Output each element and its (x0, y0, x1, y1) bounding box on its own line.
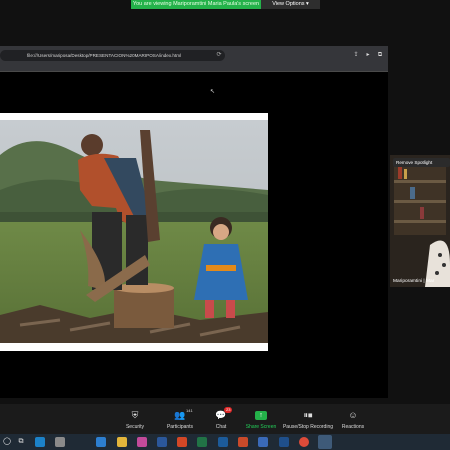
share-screen-label: Share Screen (245, 424, 277, 430)
play-icon[interactable]: ▸ (363, 50, 373, 61)
divider (0, 71, 388, 72)
powerpoint-icon[interactable] (177, 437, 187, 447)
chrome-icon[interactable] (299, 437, 309, 447)
app-icon-2[interactable] (218, 437, 228, 447)
view-options-button[interactable]: View Options ▾ (261, 0, 320, 9)
share-banner: You are viewing Mariporamtini Maria Paul… (131, 0, 320, 9)
share-banner-message: You are viewing Mariporamtini Maria Paul… (131, 0, 261, 9)
participants-button[interactable]: 👥 141 Participants (160, 404, 200, 434)
task-view-icon[interactable]: ⧉ (16, 437, 26, 447)
pause-stop-icon: ⏸⏹ (303, 410, 313, 420)
recording-label: Pause/Stop Recording (282, 424, 334, 430)
zoom-control-bar: ⛨ Security 👥 141 Participants 💬 23 Chat … (0, 404, 450, 434)
edge-icon[interactable] (35, 437, 45, 447)
remove-spotlight-button[interactable]: Remove Spotlight (393, 158, 450, 167)
shield-icon: ⛨ (131, 410, 139, 420)
store-icon[interactable] (55, 437, 65, 447)
chat-label: Chat (215, 424, 227, 430)
mail-icon[interactable] (96, 437, 106, 447)
reload-icon[interactable]: ⟳ (214, 50, 224, 61)
address-bar[interactable]: file:///Users/mariposa/Desktop/PRESENTAC… (0, 50, 225, 61)
word-icon[interactable] (157, 437, 167, 447)
window-icon[interactable]: ⧉ (375, 50, 385, 61)
excel-icon[interactable] (197, 437, 207, 447)
photoshop-icon[interactable] (279, 437, 289, 447)
cursor-icon: ↖ (210, 89, 216, 95)
reactions-label: Reactions (341, 424, 365, 430)
slide-photo (0, 120, 268, 343)
zoom-app-icon[interactable] (318, 435, 332, 449)
search-icon[interactable]: ◯ (2, 437, 12, 447)
browser-toolbar: file:///Users/mariposa/Desktop/PRESENTAC… (0, 46, 388, 71)
folder-icon[interactable] (117, 437, 127, 447)
windows-taskbar: ◯ ⧉ (0, 434, 450, 450)
slide (0, 113, 268, 351)
app-icon-3[interactable] (238, 437, 248, 447)
shared-screen: file:///Users/mariposa/Desktop/PRESENTAC… (0, 46, 388, 398)
share-screen-button[interactable]: ↑ Share Screen (243, 404, 279, 434)
app-icon-1[interactable] (137, 437, 147, 447)
share-screen-icon: ↑ (255, 411, 267, 420)
video-feed (390, 155, 450, 287)
share-icon[interactable]: ⇪ (351, 50, 361, 61)
reactions-button[interactable]: ☺ Reactions (338, 404, 368, 434)
reactions-icon: ☺ (348, 410, 358, 420)
participants-count: 141 (186, 408, 193, 413)
recording-button[interactable]: ⏸⏹ Pause/Stop Recording (282, 404, 334, 434)
participant-video[interactable] (390, 155, 450, 287)
participants-label: Participants (166, 424, 194, 430)
chat-badge: 23 (224, 407, 233, 413)
app-icon-4[interactable] (258, 437, 268, 447)
security-button[interactable]: ⛨ Security (118, 404, 152, 434)
security-label: Security (125, 424, 145, 430)
address-text: file:///Users/mariposa/Desktop/PRESENTAC… (27, 53, 182, 58)
chat-button[interactable]: 💬 23 Chat (206, 404, 236, 434)
participant-name: Mariporamtini | Mar (393, 279, 435, 284)
